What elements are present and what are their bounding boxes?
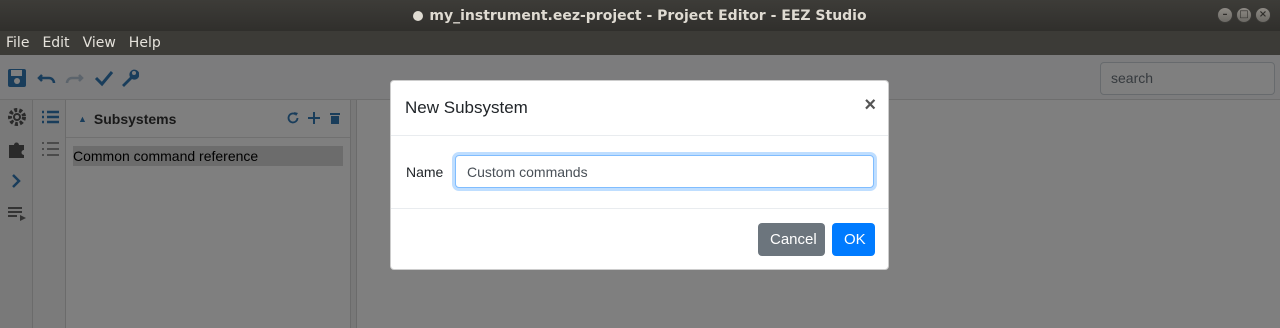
ok-button[interactable]: OK [832, 223, 875, 256]
menu-help[interactable]: Help [129, 35, 161, 51]
dialog-body: Name [391, 136, 888, 209]
dialog-header: New Subsystem × [391, 81, 888, 136]
minimize-button[interactable]: – [1217, 7, 1233, 23]
menu-view[interactable]: View [83, 35, 116, 51]
dialog-title: New Subsystem [405, 98, 528, 117]
window-controls: – □ × [1217, 7, 1271, 23]
name-label: Name [406, 164, 444, 180]
close-window-button[interactable]: × [1255, 7, 1271, 23]
window-title: my_instrument.eez-project - Project Edit… [429, 7, 867, 24]
dialog-footer: Cancel OK [391, 209, 888, 270]
close-icon[interactable]: × [864, 94, 876, 116]
unsaved-indicator-icon [413, 10, 424, 21]
new-subsystem-dialog: New Subsystem × Name Cancel OK [390, 80, 889, 270]
name-input[interactable] [455, 155, 874, 188]
cancel-button[interactable]: Cancel [758, 223, 825, 256]
menu-bar: File Edit View Help [0, 31, 1280, 55]
window-titlebar: my_instrument.eez-project - Project Edit… [0, 0, 1280, 31]
menu-edit[interactable]: Edit [42, 35, 69, 51]
maximize-button[interactable]: □ [1236, 7, 1252, 23]
menu-file[interactable]: File [6, 35, 29, 51]
